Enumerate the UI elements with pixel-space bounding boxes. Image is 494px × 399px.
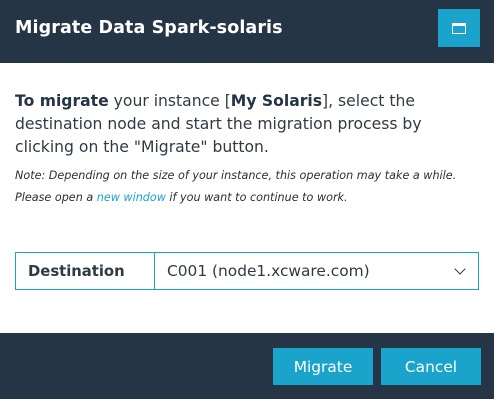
window-maximize-icon <box>452 22 466 34</box>
new-window-link[interactable]: new window <box>97 191 166 204</box>
cancel-button[interactable]: Cancel <box>381 348 481 385</box>
intro-lead: To migrate <box>15 92 109 110</box>
destination-label: Destination <box>16 253 155 289</box>
note-text: Note: Depending on the size of your inst… <box>15 165 485 209</box>
note-after: if you want to continue to work. <box>165 191 348 204</box>
dialog-body: To migrate your instance [My Solaris], s… <box>0 63 494 333</box>
migrate-dialog: Migrate Data Spark-solaris To migrate yo… <box>0 0 494 399</box>
destination-row: Destination C001 (node1.xcware.com) <box>15 252 479 290</box>
intro-part1: your instance [ <box>108 92 231 110</box>
instance-name: My Solaris <box>230 92 323 110</box>
chevron-down-icon <box>454 263 466 275</box>
intro-text: To migrate your instance [My Solaris], s… <box>15 90 481 159</box>
dialog-title: Migrate Data Spark-solaris <box>15 18 283 38</box>
dialog-footer: Migrate Cancel <box>0 333 494 399</box>
maximize-button[interactable] <box>438 9 480 47</box>
destination-selected-value: C001 (node1.xcware.com) <box>167 262 370 280</box>
destination-select[interactable]: C001 (node1.xcware.com) <box>155 253 478 289</box>
dialog-header: Migrate Data Spark-solaris <box>0 0 494 63</box>
migrate-button[interactable]: Migrate <box>273 348 373 385</box>
